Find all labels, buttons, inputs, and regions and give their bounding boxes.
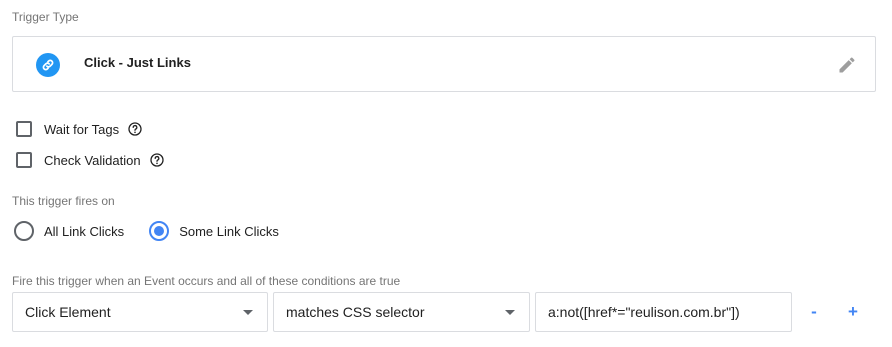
radio-label: All Link Clicks — [44, 223, 125, 239]
check-validation-label: Check Validation — [44, 152, 141, 168]
add-condition-button[interactable]: + — [841, 300, 865, 324]
help-icon[interactable] — [149, 153, 164, 167]
dropdown-arrow-icon — [505, 310, 515, 315]
operator-select-value: matches CSS selector — [286, 304, 425, 320]
radio-some-link-clicks[interactable]: Some Link Clicks — [149, 221, 279, 241]
operator-select[interactable]: matches CSS selector — [273, 292, 530, 332]
wait-for-tags-row: Wait for Tags — [16, 121, 142, 137]
condition-heading: Fire this trigger when an Event occurs a… — [12, 274, 401, 288]
help-icon[interactable] — [128, 122, 142, 136]
radio-button-selected[interactable] — [149, 221, 170, 241]
trigger-type-heading: Trigger Type — [12, 10, 79, 24]
dropdown-arrow-icon — [243, 310, 253, 315]
radio-label: Some Link Clicks — [179, 223, 279, 239]
radio-button[interactable] — [14, 221, 34, 241]
variable-select-value: Click Element — [25, 304, 111, 320]
remove-condition-button[interactable]: - — [802, 300, 826, 324]
condition-value-text: a:not([href*="reulison.com.br"]) — [548, 304, 740, 320]
wait-for-tags-label: Wait for Tags — [44, 121, 120, 137]
variable-select[interactable]: Click Element — [12, 292, 268, 332]
check-validation-checkbox[interactable] — [16, 152, 32, 168]
check-validation-row: Check Validation — [16, 152, 164, 168]
fires-on-radio-group: All Link Clicks Some Link Clicks — [14, 221, 279, 241]
trigger-type-card[interactable]: Click - Just Links — [12, 36, 876, 92]
pencil-icon[interactable] — [836, 54, 858, 76]
link-icon — [36, 53, 60, 77]
wait-for-tags-checkbox[interactable] — [16, 121, 32, 137]
fires-on-heading: This trigger fires on — [12, 194, 115, 208]
radio-all-link-clicks[interactable]: All Link Clicks — [14, 221, 124, 241]
condition-value-input[interactable]: a:not([href*="reulison.com.br"]) — [535, 292, 792, 332]
trigger-type-name: Click - Just Links — [84, 55, 191, 70]
